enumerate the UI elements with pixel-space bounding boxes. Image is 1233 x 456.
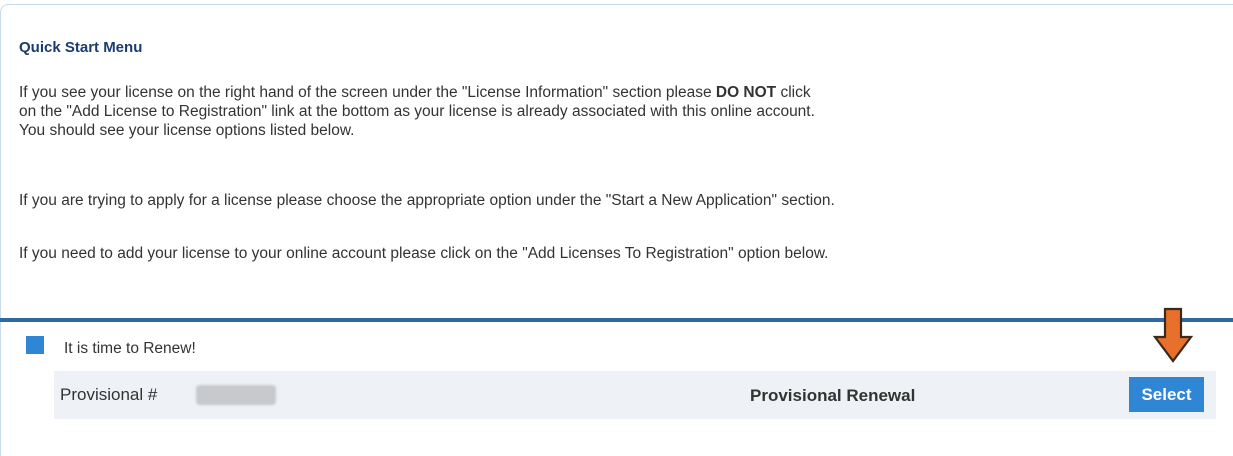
renewal-status-icon (26, 336, 44, 354)
quick-start-panel: Quick Start Menu If you see your license… (0, 0, 1233, 456)
quick-start-title: Quick Start Menu (19, 39, 143, 56)
panel-border-top (12, 4, 1233, 5)
renewal-status-text: It is time to Renew! (64, 340, 196, 357)
panel-border-left (0, 12, 1, 456)
instructions-paragraph-1: If you see your license on the right han… (19, 83, 815, 140)
arrow-down-icon (1152, 307, 1194, 363)
license-id-label: Provisional # (60, 385, 158, 404)
do-not-emphasis: DO NOT (715, 84, 777, 101)
panel-corner (0, 4, 14, 18)
instructions-line-3: You should see your license options list… (19, 122, 355, 139)
select-button[interactable]: Select (1129, 377, 1204, 412)
redacted-license-number (196, 385, 276, 405)
instructions-paragraph-2: If you are trying to apply for a license… (19, 192, 835, 209)
instructions-paragraph-3: If you need to add your license to your … (19, 245, 829, 262)
section-divider (0, 318, 1233, 322)
instructions-line-1-start: If you see your license on the right han… (19, 84, 716, 101)
renewal-type-label: Provisional Renewal (750, 386, 916, 405)
instructions-line-1-end: click (776, 84, 811, 101)
license-row: Provisional # Provisional Renewal Select (54, 371, 1216, 419)
instructions-line-2: on the "Add License to Registration" lin… (19, 103, 815, 120)
